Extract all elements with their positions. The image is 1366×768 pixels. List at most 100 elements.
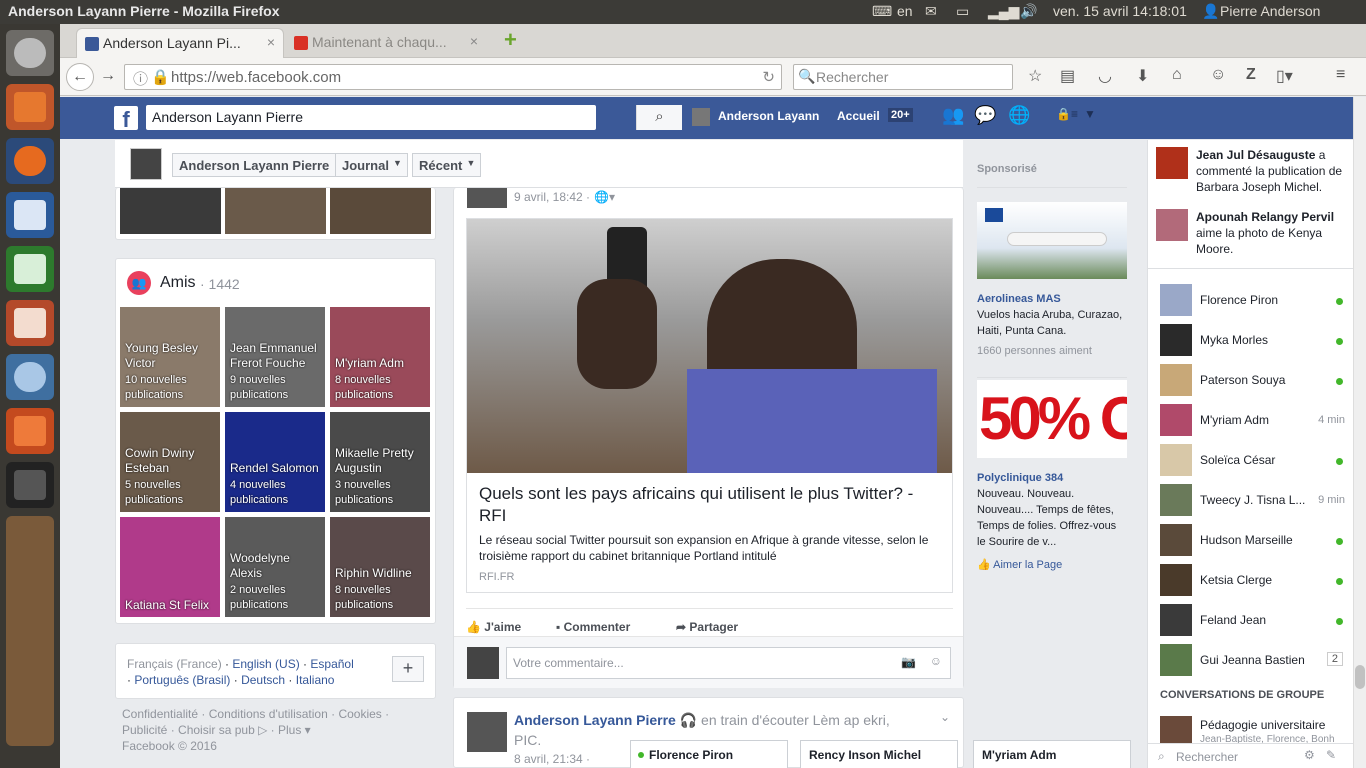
writer-icon[interactable] <box>6 192 54 238</box>
menu-icon[interactable]: ≡ <box>1336 66 1345 84</box>
photo-thumb[interactable] <box>120 188 221 234</box>
network-icon[interactable]: ▂▄▆ <box>988 3 1019 20</box>
link-preview[interactable]: Quels sont les pays africains qui utilis… <box>466 218 953 593</box>
post-time[interactable]: 9 avril, 18:42 · <box>514 190 590 204</box>
browser-icon[interactable] <box>6 354 54 400</box>
tab-gmail[interactable]: Maintenant à chaqu... × <box>286 28 486 58</box>
friend-tile[interactable]: Young Besley Victor 10 nouvelles publicat… <box>120 307 220 407</box>
messages-icon[interactable]: 💬 <box>974 105 996 126</box>
footer-link[interactable]: Conditions d'utilisation <box>209 707 328 721</box>
footer-link[interactable]: Choisir sa pub <box>178 723 255 737</box>
footer-link[interactable]: Publicité <box>122 723 167 737</box>
mail-icon[interactable]: ✉ <box>925 3 937 20</box>
battery-icon[interactable]: ▭ <box>956 3 969 20</box>
calc-icon[interactable] <box>6 246 54 292</box>
avatar[interactable] <box>130 148 162 180</box>
like-button[interactable]: 👍 J'aime <box>466 620 521 634</box>
volume-icon[interactable]: 🔊 <box>1020 3 1037 20</box>
friend-tile[interactable]: Mikaelle Pretty Augustin 3 nouvelles publ… <box>330 412 430 512</box>
chat-contact[interactable]: Hudson Marseille <box>1160 524 1345 560</box>
link-title[interactable]: Quels sont les pays africains qui utilis… <box>479 483 944 527</box>
friend-name[interactable]: Woodelyne Alexis <box>230 551 324 581</box>
user-name[interactable]: Pierre Anderson <box>1220 3 1320 19</box>
add-language-button[interactable]: + <box>392 656 424 682</box>
link-image[interactable] <box>467 219 952 473</box>
ticker-item[interactable]: Apounah Relangy Pervil aime la photo de … <box>1156 209 1346 271</box>
dash-icon[interactable] <box>6 30 54 76</box>
chat-contact[interactable]: Soleïca César <box>1160 444 1345 480</box>
journal-dropdown[interactable]: Journal ▼ <box>335 153 408 177</box>
like-page-button[interactable]: 👍 Aimer la Page <box>977 558 1127 571</box>
friend-name[interactable]: Young Besley Victor <box>125 341 219 371</box>
language-link[interactable]: Italiano <box>296 673 335 687</box>
pocket-icon[interactable]: ◡ <box>1098 66 1112 86</box>
chat-contact[interactable]: M'yriam Adm 4 min <box>1160 404 1345 440</box>
emoji-icon[interactable]: ☺ <box>930 654 942 668</box>
friend-tile[interactable]: Cowin Dwiny Esteban 5 nouvelles publicati… <box>120 412 220 512</box>
new-tab-button[interactable]: + <box>504 27 517 53</box>
avatar[interactable] <box>467 188 507 208</box>
friend-tile[interactable]: Riphin Widline 8 nouvelles publications <box>330 517 430 617</box>
clock[interactable]: ven. 15 avril 14:18:01 <box>1053 3 1187 19</box>
friend-name[interactable]: Cowin Dwiny Esteban <box>125 446 219 476</box>
camera-icon[interactable]: 📷 <box>901 655 916 669</box>
page-scrollbar[interactable] <box>1353 97 1366 768</box>
compose-icon[interactable]: ✎ <box>1326 748 1336 762</box>
photo-thumb[interactable] <box>330 188 431 234</box>
info-icon[interactable]: ⓘ <box>133 68 148 89</box>
user-icon[interactable]: 👤 <box>1202 3 1219 20</box>
scrollbar-thumb[interactable] <box>1355 665 1365 689</box>
bookmark-star-icon[interactable]: ☆ <box>1028 66 1042 86</box>
account-dropdown-icon[interactable]: ▼ <box>1084 107 1096 121</box>
close-tab-icon[interactable]: × <box>470 33 478 49</box>
language-link[interactable]: Português (Brasil) <box>134 673 230 687</box>
ad-image[interactable] <box>977 202 1127 279</box>
friend-requests-icon[interactable]: 👥 <box>942 105 964 126</box>
footer-link[interactable]: Cookies <box>338 707 381 721</box>
files-icon[interactable] <box>6 84 54 130</box>
chat-icon[interactable]: ☺ <box>1210 66 1226 84</box>
zotero-icon[interactable]: Z <box>1246 66 1256 84</box>
chat-contact[interactable]: Ketsia Clerge <box>1160 564 1345 600</box>
close-tab-icon[interactable]: × <box>267 34 275 50</box>
post-author[interactable]: Anderson Layann Pierre <box>514 712 676 728</box>
chat-contact[interactable]: Tweecy J. Tisna L... 9 min <box>1160 484 1345 520</box>
friend-name[interactable]: Riphin Widline <box>335 566 429 581</box>
home-link[interactable]: Accueil <box>837 109 880 123</box>
search-bar[interactable]: 🔍 Rechercher <box>793 64 1013 90</box>
footer-link[interactable]: Confidentialité <box>122 707 198 721</box>
facebook-search-input[interactable]: Anderson Layann Pierre ⌕ <box>146 105 682 130</box>
impress-icon[interactable] <box>6 300 54 346</box>
firefox-icon[interactable] <box>6 138 54 184</box>
home-icon[interactable]: ⌂ <box>1172 66 1182 84</box>
privacy-lock-icon[interactable]: 🔒≡ <box>1056 107 1078 121</box>
friend-name[interactable]: Rendel Salomon <box>230 461 324 476</box>
ad-name[interactable]: Aerolineas MAS <box>977 293 1127 305</box>
docked-chat-tab[interactable]: Rency Inson Michel <box>800 740 958 768</box>
recent-dropdown[interactable]: Récent ▼ <box>412 153 482 177</box>
keyboard-layout[interactable]: en <box>897 3 913 19</box>
friend-tile[interactable]: Katiana St Felix <box>120 517 220 617</box>
docked-chat-tab[interactable]: Florence Piron <box>630 740 788 768</box>
gear-icon[interactable]: ⚙ <box>1304 748 1315 762</box>
language-link[interactable]: Deutsch <box>241 673 285 687</box>
forward-button[interactable]: → <box>100 67 116 85</box>
ad-name[interactable]: Polyclinique 384 <box>977 472 1127 484</box>
ticker-item[interactable]: Jean Jul Désauguste a commenté la public… <box>1156 147 1346 209</box>
notifications-globe-icon[interactable]: 🌐 <box>1008 105 1030 126</box>
facebook-logo-icon[interactable]: f <box>114 106 138 132</box>
friend-tile[interactable]: Rendel Salomon 4 nouvelles publications <box>225 412 325 512</box>
chat-contact[interactable]: Florence Piron <box>1160 284 1345 320</box>
reading-list-icon[interactable]: ▤ <box>1060 66 1075 86</box>
comment-button[interactable]: ▪ Commenter <box>556 620 630 634</box>
search-icon[interactable]: ⌕ <box>636 105 682 130</box>
chat-search[interactable]: ⌕ Rechercher ⚙ ✎ <box>1148 743 1353 768</box>
page-icon[interactable]: ▯▾ <box>1276 66 1293 86</box>
video-icon[interactable] <box>6 462 54 508</box>
tab-facebook[interactable]: Anderson Layann Pi... × <box>76 28 284 58</box>
download-icon[interactable]: ⬇ <box>1136 66 1149 86</box>
chat-contact[interactable]: Feland Jean <box>1160 604 1345 640</box>
language-link[interactable]: English (US) <box>232 657 299 671</box>
friend-tile[interactable]: Jean Emmanuel Frerot Fouche 9 nouvelles p… <box>225 307 325 407</box>
friend-name[interactable]: Katiana St Felix <box>125 598 219 613</box>
